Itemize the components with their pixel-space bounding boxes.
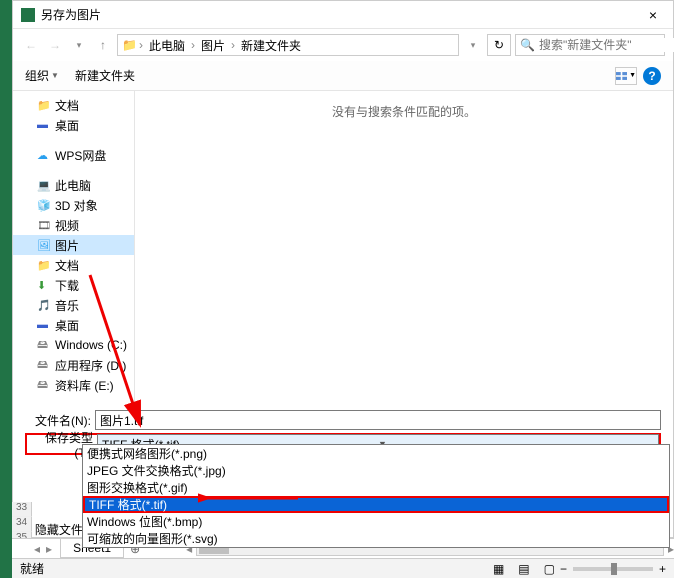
tree-item-icon: 🖴 xyxy=(37,356,51,375)
page-layout-button[interactable]: ▤ xyxy=(513,561,534,577)
excel-app-strip xyxy=(0,0,12,578)
chevron-right-icon: › xyxy=(231,38,235,52)
tree-item-icon: ▬ xyxy=(37,119,51,131)
view-mode-button[interactable]: ▼ xyxy=(615,67,637,85)
tree-item[interactable]: 💻 此电脑 xyxy=(13,175,134,195)
breadcrumb-pictures[interactable]: 图片 xyxy=(197,37,229,54)
filetype-option[interactable]: 可缩放的向量图形(*.svg) xyxy=(83,530,669,547)
tree-item-label: 应用程序 (D:) xyxy=(55,357,126,374)
filename-row: 文件名(N): xyxy=(25,409,661,431)
tree-item[interactable]: ▬ 桌面 xyxy=(13,315,134,335)
status-text: 就绪 xyxy=(20,560,488,577)
tree-item[interactable]: 🖼 图片 xyxy=(13,235,134,255)
tree-item-icon: 🎞 xyxy=(37,219,51,232)
chevron-right-icon: › xyxy=(191,38,195,52)
tree-item[interactable]: 🎵 音乐 xyxy=(13,295,134,315)
search-icon: 🔍 xyxy=(520,38,535,52)
filetype-option[interactable]: 图形交换格式(*.gif) xyxy=(83,479,669,496)
tree-item[interactable]: 🖴资料库 (E:) xyxy=(13,375,134,395)
row-header[interactable]: 33 xyxy=(12,502,32,517)
tree-item-label: 桌面 xyxy=(55,317,79,334)
zoom-in-button[interactable]: + xyxy=(659,562,666,576)
tree-item[interactable]: ▬ 桌面 xyxy=(13,115,134,135)
folder-tree: 📁 文档 ▬ 桌面 ☁ WPS网盘 💻 此电脑 🧊 3D 对象 🎞 视频 🖼 图片 📁 文档 ⬇ 下载 🎵 音乐 ▬ 桌面… xyxy=(13,91,135,401)
tree-item[interactable]: 🧊 3D 对象 xyxy=(13,195,134,215)
tree-item-icon: 🧊 xyxy=(37,199,51,212)
tree-item-icon: 🎵 xyxy=(37,299,51,312)
tree-item-label: 桌面 xyxy=(55,117,79,134)
tree-item-icon: ▬ xyxy=(37,319,51,331)
breadcrumb[interactable]: 📁 › 此电脑 › 图片 › 新建文件夹 xyxy=(117,34,459,56)
tree-item[interactable]: 🖴 Windows (C:) xyxy=(13,335,134,355)
refresh-button[interactable]: ↻ xyxy=(487,34,511,56)
tree-item-icon: 📁 xyxy=(37,259,51,272)
tree-item-icon: ⬇ xyxy=(37,279,51,292)
tree-item-label: 图片 xyxy=(55,237,79,254)
row-header[interactable]: 34 xyxy=(12,517,32,532)
tree-item[interactable]: ⬇ 下载 xyxy=(13,275,134,295)
filetype-option[interactable]: 便携式网络图形(*.png) xyxy=(83,445,669,462)
filename-label: 文件名(N): xyxy=(25,412,95,429)
filetype-option[interactable]: JPEG 文件交换格式(*.jpg) xyxy=(83,462,669,479)
chevron-down-icon: ▼ xyxy=(51,71,59,80)
breadcrumb-dropdown[interactable]: ▾ xyxy=(463,35,483,55)
close-button[interactable]: × xyxy=(641,5,665,25)
tree-item-icon: 📁 xyxy=(37,99,51,112)
tree-item-icon: 🖴 xyxy=(37,376,51,395)
dialog-title: 另存为图片 xyxy=(41,6,641,23)
file-list-area: 没有与搜索条件匹配的项。 xyxy=(135,91,673,401)
recent-button[interactable]: ▾ xyxy=(69,35,89,55)
toolbar: 组织 ▼ 新建文件夹 ▼ ? xyxy=(13,61,673,91)
tree-item-label: 音乐 xyxy=(55,297,79,314)
new-folder-label: 新建文件夹 xyxy=(75,67,135,84)
folder-icon: 📁 xyxy=(122,38,137,52)
breadcrumb-this-pc[interactable]: 此电脑 xyxy=(145,37,189,54)
search-box[interactable]: 🔍 xyxy=(515,34,665,56)
tree-item-label: 3D 对象 xyxy=(55,197,98,214)
tree-item-label: 此电脑 xyxy=(55,177,91,194)
tree-item-icon: 🖴 xyxy=(37,336,51,355)
tree-item-label: 下载 xyxy=(55,277,79,294)
empty-message: 没有与搜索条件匹配的项。 xyxy=(332,103,476,120)
zoom-slider[interactable] xyxy=(573,567,653,571)
tree-item-label: 文档 xyxy=(55,97,79,114)
search-input[interactable] xyxy=(539,38,678,52)
organize-label: 组织 xyxy=(25,67,49,84)
tree-item[interactable]: 📁 文档 xyxy=(13,95,134,115)
page-break-button[interactable]: ▢ xyxy=(539,561,560,577)
tree-item-icon: 💻 xyxy=(37,179,51,192)
tree-item-label: 文档 xyxy=(55,257,79,274)
chevron-down-icon: ▼ xyxy=(629,72,636,79)
filetype-dropdown: 便携式网络图形(*.png)JPEG 文件交换格式(*.jpg)图形交换格式(*… xyxy=(82,444,670,548)
filetype-option[interactable]: Windows 位图(*.bmp) xyxy=(83,513,669,530)
tree-item-label: Windows (C:) xyxy=(55,338,127,352)
titlebar: 另存为图片 × xyxy=(13,1,673,29)
up-button[interactable]: ↑ xyxy=(93,35,113,55)
zoom-out-button[interactable]: − xyxy=(560,562,567,576)
help-button[interactable]: ? xyxy=(643,67,661,85)
new-folder-button[interactable]: 新建文件夹 xyxy=(75,67,135,84)
back-button[interactable]: ← xyxy=(21,35,41,55)
sheet-prev-button[interactable]: ◂ xyxy=(32,542,42,556)
tree-item-label: 视频 xyxy=(55,217,79,234)
normal-view-button[interactable]: ▦ xyxy=(488,561,509,577)
chevron-right-icon: › xyxy=(139,38,143,52)
excel-icon xyxy=(21,8,35,22)
sheet-next-button[interactable]: ▸ xyxy=(44,542,54,556)
tree-item[interactable]: 🖴应用程序 (D:) xyxy=(13,355,134,375)
tree-item[interactable]: ☁ WPS网盘 xyxy=(13,145,134,165)
tree-item-label: WPS网盘 xyxy=(55,147,106,164)
organize-button[interactable]: 组织 ▼ xyxy=(25,67,59,84)
filename-input[interactable] xyxy=(95,410,661,430)
tree-item[interactable]: 🎞 视频 xyxy=(13,215,134,235)
tree-item-icon: ☁ xyxy=(37,149,51,162)
breadcrumb-new-folder[interactable]: 新建文件夹 xyxy=(237,37,305,54)
filetype-option[interactable]: TIFF 格式(*.tif) xyxy=(83,496,669,513)
forward-button[interactable]: → xyxy=(45,35,65,55)
tree-item[interactable]: 📁 文档 xyxy=(13,255,134,275)
navbar: ← → ▾ ↑ 📁 › 此电脑 › 图片 › 新建文件夹 ▾ ↻ 🔍 xyxy=(13,29,673,61)
tree-item-label: 资料库 (E:) xyxy=(55,377,114,394)
tree-item-icon: 🖼 xyxy=(37,239,51,252)
statusbar: 就绪 ▦ ▤ ▢ − + xyxy=(12,558,674,578)
